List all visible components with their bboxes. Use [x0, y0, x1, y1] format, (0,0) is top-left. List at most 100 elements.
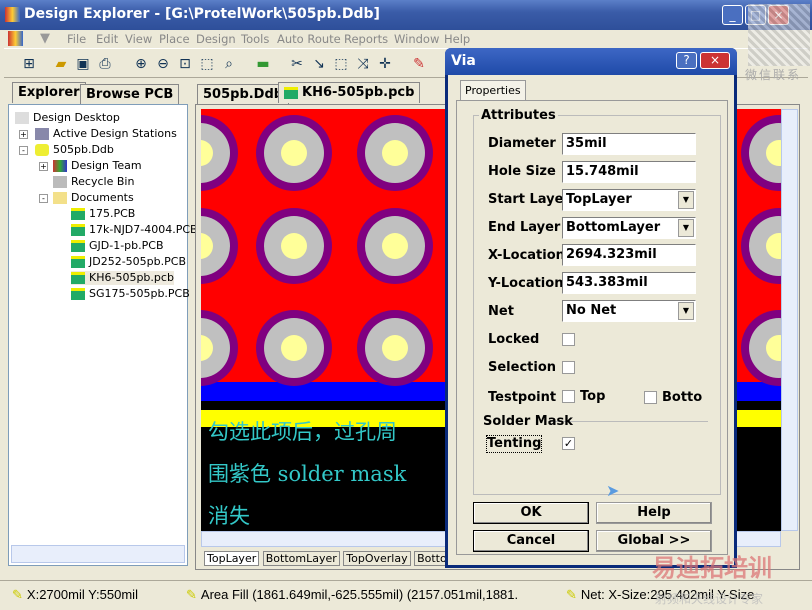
- pcb-file-icon: [71, 224, 85, 236]
- zoom-last-icon[interactable]: ⌕: [220, 55, 238, 73]
- locked-label: Locked: [488, 332, 540, 347]
- end-layer-value: BottomLayer: [566, 220, 661, 235]
- annotation-line-3: 消失: [208, 504, 250, 528]
- x-location-input[interactable]: 2694.323mil: [562, 244, 696, 266]
- start-layer-label: Start Layer: [488, 192, 570, 207]
- computer-icon: [35, 128, 49, 140]
- explorer-tree: Design Desktop + Active Design Stations …: [8, 104, 198, 566]
- menu-reports[interactable]: Reports: [344, 32, 388, 46]
- testpoint-label: Testpoint: [488, 390, 557, 405]
- start-layer-select[interactable]: TopLayer ▼: [562, 189, 696, 211]
- menu-edit[interactable]: Edit: [96, 32, 118, 46]
- deselect-icon[interactable]: ⤨: [354, 55, 372, 73]
- y-location-label: Y-Location: [488, 276, 564, 291]
- menu-file[interactable]: File: [67, 32, 86, 46]
- tree-item-stations[interactable]: Active Design Stations: [35, 127, 177, 141]
- via[interactable]: [281, 233, 307, 259]
- zoom-in-icon[interactable]: ⊕: [132, 55, 150, 73]
- wand-icon[interactable]: ✎: [410, 55, 428, 73]
- minimize-button[interactable]: _: [722, 5, 743, 25]
- move-icon[interactable]: ✛: [376, 55, 394, 73]
- tree-file-selected[interactable]: KH6-505pb.pcb: [71, 271, 174, 285]
- select-icon[interactable]: ⬚: [332, 55, 350, 73]
- zoom-out-icon[interactable]: ⊖: [154, 55, 172, 73]
- solder-mask-label: Solder Mask: [483, 414, 573, 429]
- route-icon[interactable]: ↘: [310, 55, 328, 73]
- chevron-down-icon[interactable]: ▼: [678, 191, 694, 209]
- help-button[interactable]: Help: [596, 502, 712, 524]
- menu-design[interactable]: Design: [196, 32, 236, 46]
- board-icon[interactable]: ▬: [254, 55, 272, 73]
- tenting-checkbox[interactable]: ✓: [562, 437, 575, 450]
- tab-properties[interactable]: Properties: [460, 80, 526, 101]
- net-select[interactable]: No Net ▼: [562, 300, 696, 322]
- menu-auto-route[interactable]: Auto Route: [277, 32, 341, 46]
- tree-file[interactable]: GJD-1-pb.PCB: [71, 239, 164, 253]
- help-question-button[interactable]: ?: [676, 52, 697, 69]
- expand-icon[interactable]: +: [19, 130, 28, 139]
- hole-size-input[interactable]: 15.748mil: [562, 161, 696, 183]
- menu-view[interactable]: View: [125, 32, 152, 46]
- testpoint-top-checkbox[interactable]: [562, 390, 575, 403]
- dialog-close-button[interactable]: ×: [700, 52, 730, 69]
- expand-icon[interactable]: +: [39, 162, 48, 171]
- tree-item-desktop[interactable]: Design Desktop: [15, 111, 120, 125]
- pcb-file-icon: [71, 256, 85, 268]
- testpoint-bottom-checkbox[interactable]: [644, 391, 657, 404]
- selection-checkbox[interactable]: [562, 361, 575, 374]
- via[interactable]: [382, 233, 408, 259]
- tree-item-recycle[interactable]: Recycle Bin: [53, 175, 134, 189]
- tree-file[interactable]: JD252-505pb.PCB: [71, 255, 186, 269]
- tab-explorer[interactable]: Explorer: [12, 82, 86, 103]
- chevron-down-icon[interactable]: ▼: [678, 302, 694, 320]
- layer-tab-top[interactable]: TopLayer: [204, 551, 260, 566]
- collapse-icon[interactable]: -: [39, 194, 48, 203]
- layer-tab-topoverlay[interactable]: TopOverlay: [343, 551, 411, 566]
- tree-file[interactable]: 17k-NJD7-4004.PCB: [71, 223, 198, 237]
- zoom-area-icon[interactable]: ⬚: [198, 55, 216, 73]
- menu-window[interactable]: Window: [394, 32, 439, 46]
- tree-file[interactable]: 175.PCB: [71, 207, 135, 221]
- save-icon[interactable]: ▣: [74, 55, 92, 73]
- cancel-button[interactable]: Cancel: [473, 530, 589, 552]
- tab-ddb[interactable]: 505pb.Ddb: [197, 84, 290, 105]
- tab-browse-pcb[interactable]: Browse PCB: [80, 84, 180, 105]
- via[interactable]: [281, 335, 307, 361]
- via[interactable]: [281, 140, 307, 166]
- brand-subtitle: 射频和天线设计专家: [655, 592, 764, 606]
- menu-help[interactable]: Help: [444, 32, 470, 46]
- ok-button[interactable]: OK: [473, 502, 589, 524]
- tab-pcb-document[interactable]: KH6-505pb.pcb: [278, 82, 421, 103]
- vertical-scrollbar[interactable]: [781, 109, 798, 531]
- menu-place[interactable]: Place: [159, 32, 190, 46]
- menu-tools[interactable]: Tools: [241, 32, 269, 46]
- diameter-input[interactable]: 35mil: [562, 133, 696, 155]
- horizontal-scrollbar[interactable]: [11, 545, 185, 563]
- tree-file[interactable]: SG175-505pb.PCB: [71, 287, 190, 301]
- tree-item-documents[interactable]: Documents: [53, 191, 134, 205]
- tree-icon[interactable]: ⊞: [20, 55, 38, 73]
- testpoint-top-label: Top: [580, 389, 606, 404]
- menu-bar: ▼ File Edit View Place Design Tools Auto…: [4, 30, 808, 48]
- cut-icon[interactable]: ✂: [288, 55, 306, 73]
- net-label: Net: [488, 304, 514, 319]
- status-object: ✎ Area Fill (1861.649mil,-625.555mil) (21…: [186, 587, 519, 602]
- y-location-input[interactable]: 543.383mil: [562, 272, 696, 294]
- qr-caption: 微信联系: [745, 68, 802, 82]
- tree-item-database[interactable]: 505pb.Ddb: [35, 143, 114, 157]
- zoom-fit-icon[interactable]: ⊡: [176, 55, 194, 73]
- chevron-down-icon[interactable]: ▼: [678, 219, 694, 237]
- locked-checkbox[interactable]: [562, 333, 575, 346]
- layer-tab-bottom[interactable]: BottomLayer: [262, 551, 340, 566]
- title-bar: Design Explorer - [G:\ProtelWork\505pb.D…: [0, 0, 812, 30]
- recycle-bin-icon: [53, 176, 67, 188]
- open-icon[interactable]: ▰: [52, 55, 70, 73]
- tree-item-team[interactable]: Design Team: [53, 159, 142, 173]
- collapse-icon[interactable]: -: [19, 146, 28, 155]
- end-layer-select[interactable]: BottomLayer ▼: [562, 217, 696, 239]
- via[interactable]: [382, 335, 408, 361]
- global-button[interactable]: Global >>: [596, 530, 712, 552]
- print-icon[interactable]: ⎙: [96, 55, 114, 73]
- status-coords: ✎ X:2700mil Y:550mil: [12, 587, 138, 602]
- via[interactable]: [382, 140, 408, 166]
